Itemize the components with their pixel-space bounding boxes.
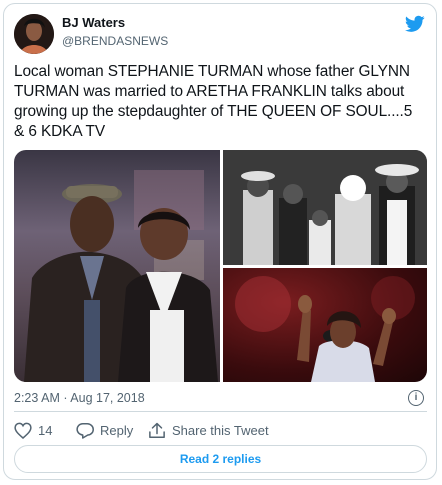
photo-aretha-stage[interactable] — [223, 268, 427, 382]
tweet-card[interactable]: BJ Waters @BRENDASNEWS Local woman STEPH… — [3, 3, 437, 480]
heart-icon — [14, 422, 32, 439]
author-name[interactable]: BJ Waters — [62, 15, 125, 30]
share-label: Share this Tweet — [172, 423, 269, 438]
share-button[interactable]: Share this Tweet — [148, 421, 278, 441]
photo-family-bw[interactable] — [223, 150, 427, 265]
info-icon[interactable]: i — [408, 390, 424, 406]
tweet-timestamp[interactable]: 2:23 AM · Aug 17, 2018 — [14, 391, 145, 405]
like-button[interactable]: 14 — [14, 421, 64, 441]
reply-bubble-icon — [76, 423, 94, 439]
read-replies-button[interactable]: Read 2 replies — [14, 445, 427, 473]
share-icon — [149, 422, 165, 438]
media-grid[interactable] — [14, 150, 427, 382]
photo-couple[interactable] — [14, 150, 220, 382]
author-handle[interactable]: @BRENDASNEWS — [62, 34, 168, 48]
avatar-photo — [14, 14, 54, 54]
divider — [14, 411, 427, 412]
reply-label: Reply — [100, 423, 134, 438]
like-count: 14 — [38, 423, 53, 438]
avatar[interactable] — [14, 14, 54, 54]
twitter-bird-icon[interactable] — [405, 15, 425, 33]
reply-button[interactable]: Reply — [76, 421, 146, 441]
tweet-text: Local woman STEPHANIE TURMAN whose fathe… — [14, 63, 413, 140]
